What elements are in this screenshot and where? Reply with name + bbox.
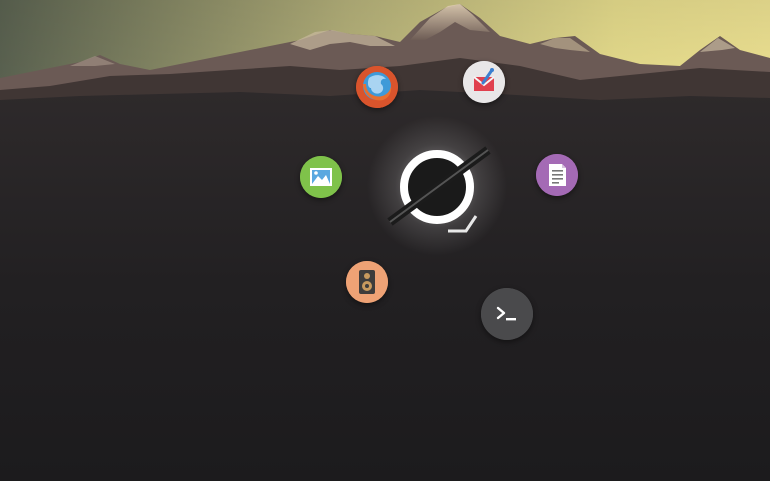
mail-icon (463, 61, 505, 103)
terminal-icon (481, 288, 533, 340)
terminal-app-button[interactable] (481, 288, 533, 340)
image-viewer-app-button[interactable] (300, 156, 342, 198)
firefox-app-button[interactable] (356, 66, 398, 108)
image-viewer-icon (300, 156, 342, 198)
text-editor-app-button[interactable] (536, 154, 578, 196)
firefox-icon (356, 66, 398, 108)
launcher-center-button[interactable] (376, 126, 498, 248)
music-player-app-button[interactable] (346, 261, 388, 303)
text-editor-icon (536, 154, 578, 196)
desktop (0, 0, 770, 481)
mail-app-button[interactable] (463, 61, 505, 103)
launcher-ring-icon (387, 146, 491, 233)
speaker-icon (346, 261, 388, 303)
